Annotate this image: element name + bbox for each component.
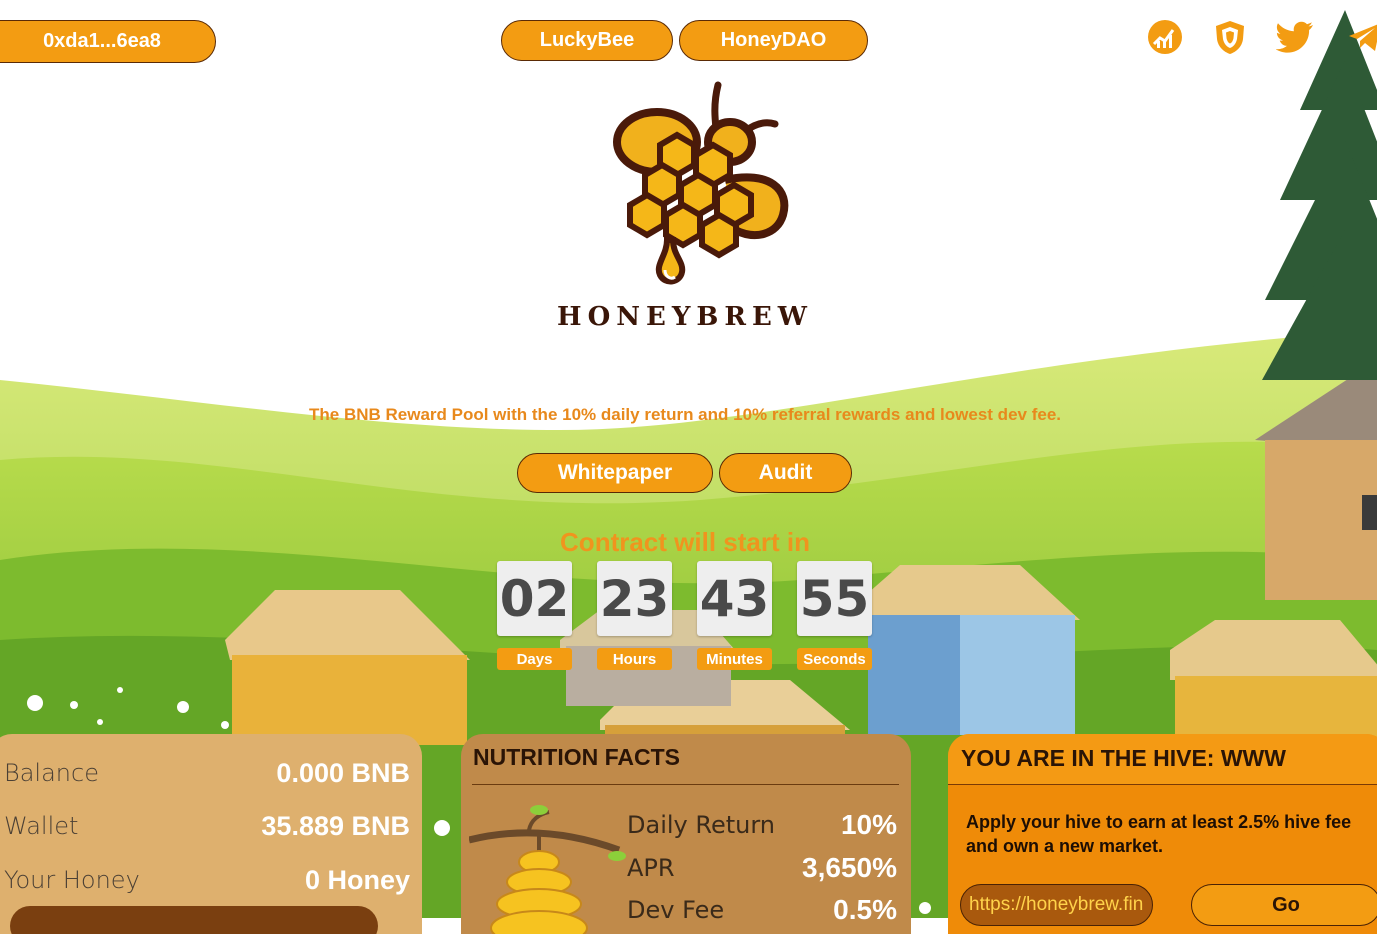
honeybrew-bee-logo — [613, 81, 789, 285]
hive-title: YOU ARE IN THE HIVE: WWW — [961, 745, 1286, 771]
hive-description: Apply your hive to earn at least 2.5% hi… — [966, 812, 1352, 856]
daily-return-label: Daily Return — [627, 811, 775, 839]
wallet-value: 35.889 BNB — [261, 810, 410, 841]
balance-row: Balance 0.000 BNB — [4, 753, 410, 793]
countdown-title: Contract will start in — [560, 527, 810, 557]
balance-label: Balance — [4, 759, 99, 787]
audit-shield-icon[interactable] — [1210, 17, 1250, 57]
countdown-minutes-value: 43 — [697, 561, 772, 636]
dev-fee-row: Dev Fee 0.5% — [627, 890, 897, 930]
apr-row: APR 3,650% — [627, 848, 897, 888]
divider — [948, 784, 1377, 785]
wallet-label: Wallet — [4, 812, 79, 840]
twitter-icon[interactable] — [1276, 17, 1316, 57]
divider — [472, 784, 899, 785]
daily-return-row: Daily Return 10% — [627, 805, 897, 845]
tagline-text: The BNB Reward Pool with the 10% daily r… — [309, 405, 1061, 424]
audit-button[interactable]: Audit — [719, 453, 852, 493]
dev-fee-value: 0.5% — [833, 894, 897, 925]
wallet-row: Wallet 35.889 BNB — [4, 806, 410, 846]
countdown-hours-label: Hours — [597, 648, 672, 670]
your-honey-row: Your Honey 0 Honey — [4, 860, 410, 900]
brand-wordmark: HONEYBREW — [557, 302, 813, 332]
balance-value: 0.000 BNB — [276, 757, 410, 788]
referral-link-input[interactable] — [960, 884, 1153, 926]
apr-label: APR — [627, 854, 675, 882]
nutrition-facts-panel: NUTRITION FACTS Daily Return 10% APR 3,6… — [461, 734, 911, 934]
your-honey-value: 0 Honey — [304, 864, 410, 895]
countdown-minutes-label: Minutes — [697, 648, 772, 670]
countdown-hours-value: 23 — [597, 561, 672, 636]
go-button[interactable]: Go — [1191, 884, 1377, 926]
telegram-icon[interactable] — [1345, 17, 1377, 57]
apr-value: 3,650% — [802, 852, 897, 883]
nav-luckybee-button[interactable]: LuckyBee — [501, 20, 673, 61]
hive-panel: YOU ARE IN THE HIVE: WWW Apply your hive… — [948, 734, 1377, 934]
balance-panel: Balance 0.000 BNB Wallet 35.889 BNB Your… — [0, 734, 422, 934]
wallet-connect-button[interactable]: 0xda1...6ea8 — [0, 20, 216, 63]
your-honey-label: Your Honey — [4, 866, 140, 894]
daily-return-value: 10% — [840, 809, 897, 840]
nutrition-title: NUTRITION FACTS — [473, 744, 680, 770]
beehive-illustration — [469, 805, 626, 934]
whitepaper-button[interactable]: Whitepaper — [517, 453, 713, 493]
dex-chart-icon[interactable] — [1145, 17, 1185, 57]
nav-honeydao-button[interactable]: HoneyDAO — [679, 20, 868, 61]
countdown-seconds-label: Seconds — [797, 648, 872, 670]
dev-fee-label: Dev Fee — [627, 896, 725, 924]
countdown-days-value: 02 — [497, 561, 572, 636]
action-button[interactable] — [10, 906, 378, 934]
countdown-days-label: Days — [497, 648, 572, 670]
countdown-seconds-value: 55 — [797, 561, 872, 636]
